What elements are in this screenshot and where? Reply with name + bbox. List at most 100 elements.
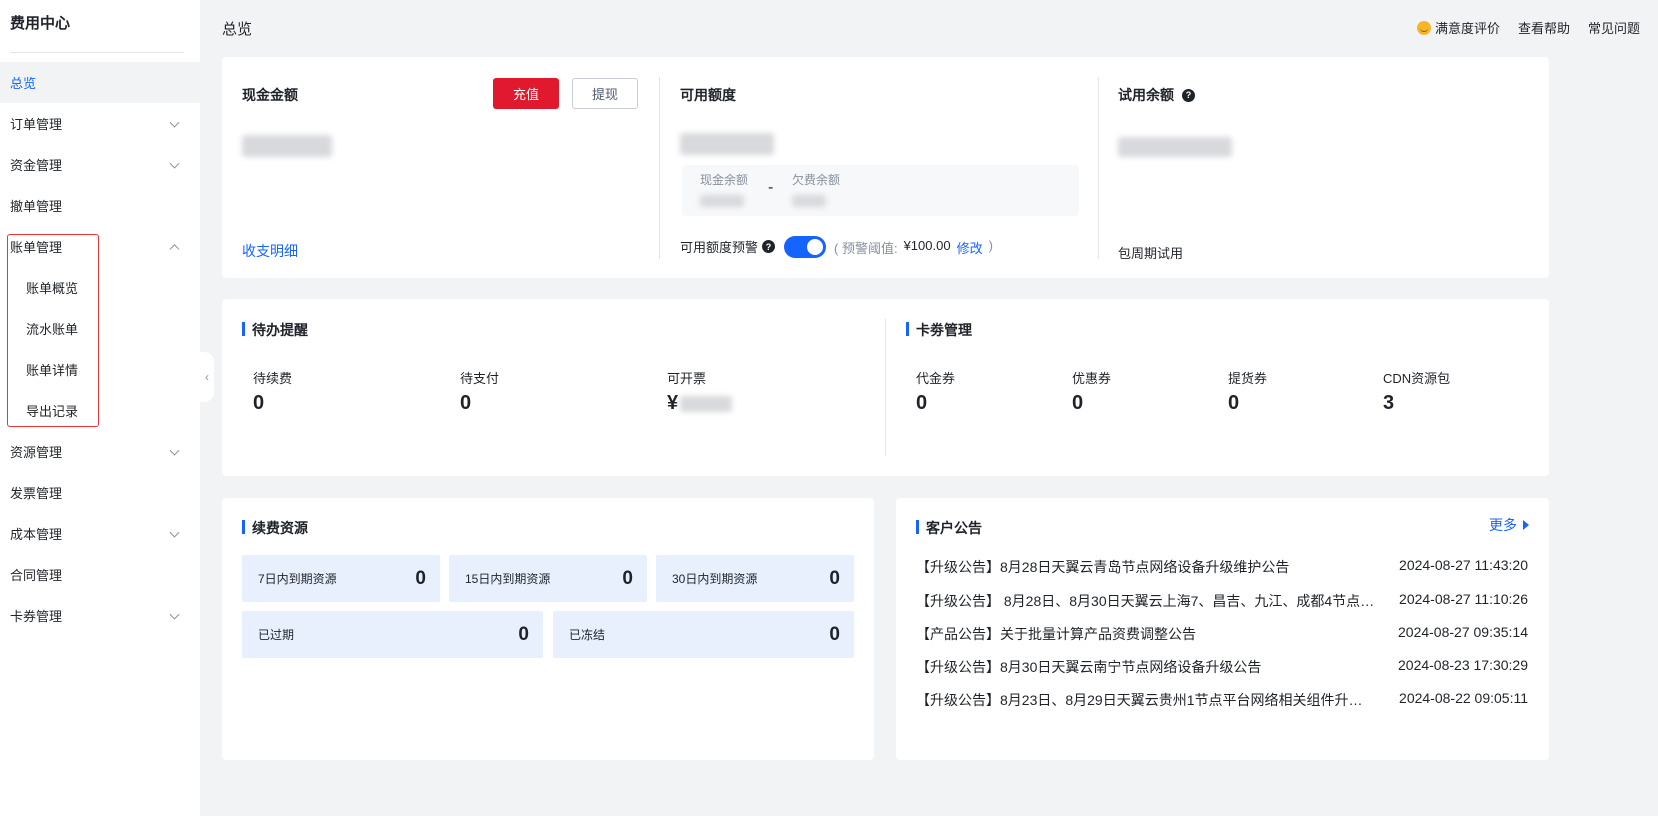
pickup-coupon-value[interactable]: 0 [1228, 392, 1239, 415]
income-expense-details-link[interactable]: 收支明细 [242, 241, 298, 261]
notice-item: 【升级公告】8月23日、8月29日天翼云贵州1节点平台网络相关组件升级公告 20… [916, 690, 1528, 710]
notice-title[interactable]: 【升级公告】8月28日天翼云青岛节点网络设备升级维护公告 [916, 557, 1376, 577]
chevron-left-icon: ‹ [205, 370, 209, 384]
help-icon[interactable]: ? [762, 240, 776, 253]
chevron-down-icon [169, 445, 180, 456]
sidebar-item-label: 资金管理 [10, 158, 63, 173]
withdraw-button[interactable]: 提现 [572, 78, 638, 109]
sidebar: 费用中心 总览 订单管理 资金管理 撤单管理 账单管理 账单概览 流水账单 账单… [0, 0, 200, 816]
credit-alert-toggle[interactable] [784, 236, 826, 258]
notice-title[interactable]: 【升级公告】8月30日天翼云南宁节点网络设备升级公告 [916, 657, 1376, 677]
notice-item: 【升级公告】8月28日天翼云青岛节点网络设备升级维护公告 2024-08-27 … [916, 557, 1528, 577]
notice-date: 2024-08-27 11:43:20 [1399, 557, 1528, 573]
renew-7day-label: 7日内到期资源 [258, 572, 337, 586]
sidebar-item-cost[interactable]: 成本管理 [0, 513, 200, 554]
arrears-label: 欠费余额 [792, 173, 841, 187]
discount-coupon-value[interactable]: 0 [1072, 392, 1083, 415]
credit-breakdown: 现金余额 - 欠费余额 [682, 165, 1079, 216]
todo-renew-value[interactable]: 0 [253, 392, 264, 415]
currency-symbol: ¥ [667, 392, 679, 414]
balance-card: 现金金额 充值 提现 收支明细 可用额度 现金余额 - 欠费余额 可用额度预警 … [222, 57, 1549, 278]
caret-right-icon [1523, 520, 1529, 530]
top-links: 满意度评价 查看帮助 常见问题 [1416, 18, 1640, 37]
rating-link[interactable]: 满意度评价 [1416, 18, 1500, 37]
frozen-box[interactable]: 已冻结 0 [553, 611, 854, 658]
voucher-value[interactable]: 0 [916, 392, 927, 415]
sidebar-item-label: 成本管理 [10, 527, 63, 542]
notice-item: 【升级公告】8月30日天翼云南宁节点网络设备升级公告 2024-08-23 17… [916, 657, 1528, 677]
billing-highlight-box [7, 234, 99, 427]
sidebar-item-overview[interactable]: 总览 [0, 62, 200, 103]
credit-alert-row: 可用额度预警 ? [680, 237, 776, 256]
todo-renew-label: 待续费 [253, 371, 293, 386]
expired-box[interactable]: 已过期 0 [242, 611, 543, 658]
help-link[interactable]: 查看帮助 [1518, 18, 1570, 37]
notices-title: 客户公告 [916, 518, 982, 538]
threshold-prefix: ( 预警阈值: [834, 241, 898, 256]
minus-sign: - [768, 179, 774, 196]
frozen-label: 已冻结 [569, 628, 606, 642]
todo-pay-label: 待支付 [460, 371, 500, 386]
credit-amount-redacted [680, 133, 774, 155]
sidebar-item-label: 卡券管理 [10, 609, 63, 624]
expired-label: 已过期 [258, 628, 295, 642]
chevron-down-icon [169, 527, 180, 538]
chevron-down-icon [169, 609, 180, 620]
cdn-package-value[interactable]: 3 [1383, 392, 1394, 415]
todo-invoice-value[interactable]: ¥ [667, 392, 733, 415]
sidebar-item-label: 资源管理 [10, 445, 63, 460]
trial-title-row: 试用余额 ? [1118, 85, 1195, 105]
rating-label: 满意度评价 [1434, 21, 1500, 36]
renew-15day-box[interactable]: 15日内到期资源 0 [449, 555, 647, 602]
sidebar-item-funds[interactable]: 资金管理 [0, 144, 200, 185]
todo-pay-value[interactable]: 0 [460, 392, 471, 415]
renew-30day-box[interactable]: 30日内到期资源 0 [656, 555, 854, 602]
notice-date: 2024-08-27 11:10:26 [1399, 591, 1528, 607]
frozen-value: 0 [829, 623, 840, 645]
renew-30day-value: 0 [829, 567, 840, 589]
sidebar-item-resources[interactable]: 资源管理 [0, 431, 200, 472]
todo-card: 待办提醒 待续费 0 待支付 0 可开票 ¥ 卡劵管理 代金券 0 优惠券 0 … [222, 299, 1549, 476]
renew-7day-box[interactable]: 7日内到期资源 0 [242, 555, 440, 602]
threshold-suffix: ) [988, 238, 993, 253]
trial-title: 试用余额 [1118, 87, 1174, 103]
period-trial-label: 包周期试用 [1118, 246, 1184, 261]
renewal-title: 续费资源 [242, 518, 308, 538]
recharge-button[interactable]: 充值 [493, 78, 559, 109]
smile-icon [1416, 21, 1431, 35]
invoice-amount-redacted [680, 395, 733, 412]
sidebar-title: 费用中心 [10, 15, 71, 32]
help-icon[interactable]: ? [1182, 88, 1195, 102]
coupons-title: 卡劵管理 [906, 320, 972, 340]
divider [885, 319, 886, 456]
notice-title[interactable]: 【升级公告】 8月28日、8月30日天翼云上海7、昌吉、九江、成都4节点网络设备… [916, 591, 1376, 611]
sidebar-item-orders[interactable]: 订单管理 [0, 103, 200, 144]
sidebar-item-label: 合同管理 [10, 568, 63, 583]
sidebar-item-label: 总览 [10, 76, 37, 91]
sidebar-collapse-toggle[interactable]: ‹ [200, 352, 214, 402]
divider [659, 77, 660, 259]
renew-30day-label: 30日内到期资源 [672, 572, 758, 586]
divider [1098, 77, 1099, 259]
sidebar-item-label: 订单管理 [10, 117, 63, 132]
arrears-redacted [792, 195, 826, 207]
threshold-row: ( 预警阈值: ¥100.00 修改 ) [834, 238, 993, 257]
sidebar-item-cancel[interactable]: 撤单管理 [0, 185, 200, 226]
cash-amount-redacted [242, 135, 332, 157]
faq-link[interactable]: 常见问题 [1588, 18, 1640, 37]
sidebar-item-contracts[interactable]: 合同管理 [0, 554, 200, 595]
threshold-value: ¥100.00 [903, 238, 951, 253]
notice-title[interactable]: 【产品公告】关于批量计算产品资费调整公告 [916, 624, 1376, 644]
notice-title[interactable]: 【升级公告】8月23日、8月29日天翼云贵州1节点平台网络相关组件升级公告 [916, 690, 1376, 710]
more-link[interactable]: 更多 [1489, 515, 1529, 535]
cash-balance-redacted [700, 195, 744, 207]
chevron-down-icon [169, 158, 180, 169]
notices-card: 客户公告 更多 【升级公告】8月28日天翼云青岛节点网络设备升级维护公告 202… [896, 498, 1549, 760]
notice-item: 【升级公告】 8月28日、8月30日天翼云上海7、昌吉、九江、成都4节点网络设备… [916, 591, 1528, 611]
sidebar-item-label: 发票管理 [10, 486, 63, 501]
trial-amount-redacted [1118, 137, 1232, 157]
modify-threshold-link[interactable]: 修改 [957, 238, 983, 257]
sidebar-item-coupons[interactable]: 卡券管理 [0, 595, 200, 636]
sidebar-item-invoices[interactable]: 发票管理 [0, 472, 200, 513]
cdn-package-label: CDN资源包 [1383, 371, 1451, 386]
